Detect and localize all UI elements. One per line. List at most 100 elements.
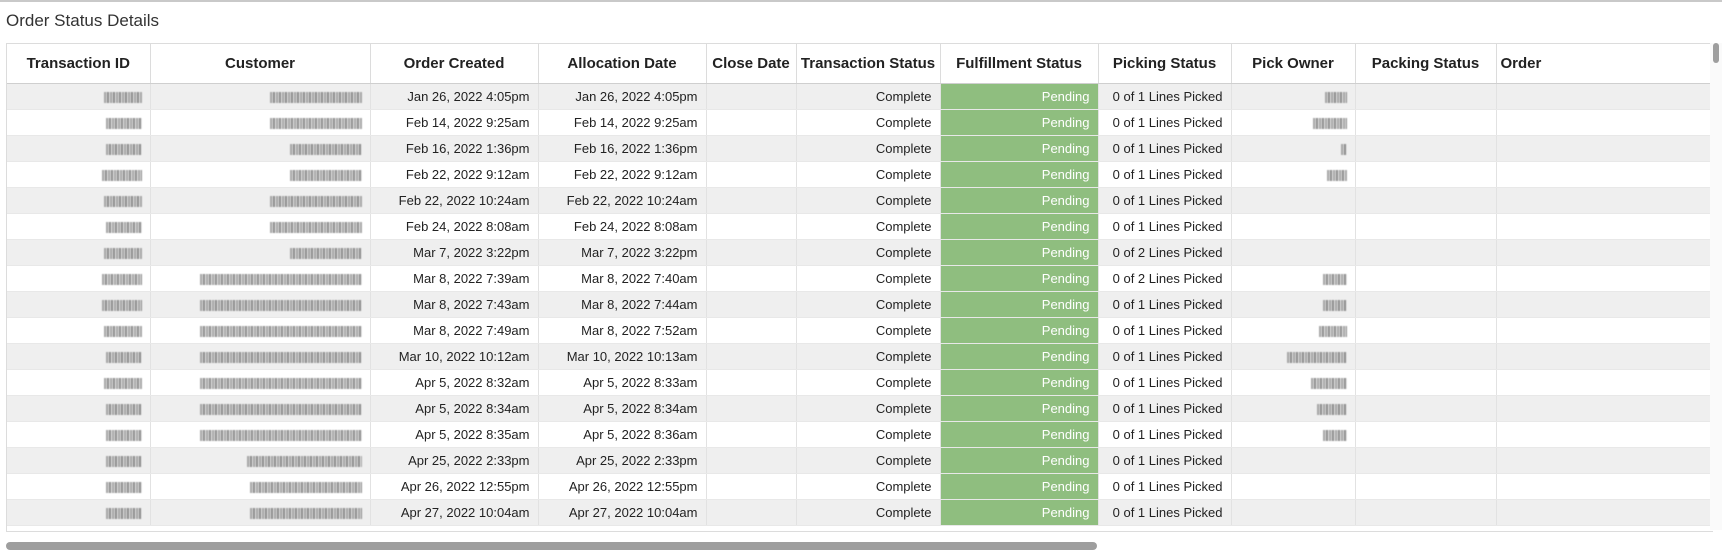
cell-transaction-id[interactable] (7, 135, 151, 162)
cell-transaction-status: Complete (796, 395, 941, 422)
redacted-text (101, 300, 142, 312)
horizontal-scroll-thumb[interactable] (6, 542, 1097, 550)
cell-order-created: Mar 10, 2022 10:12am (370, 343, 539, 370)
table-row[interactable]: Feb 22, 2022 9:12am Feb 22, 2022 9:12am Co… (7, 161, 1713, 188)
cell-picking-status: 0 of 1 Lines Picked (1098, 291, 1232, 318)
cell-allocation-date: Feb 16, 2022 1:36pm (538, 135, 707, 162)
col-header-close-date[interactable]: Close Date (706, 44, 797, 84)
col-header-customer[interactable]: Customer (150, 44, 371, 84)
redacted-text (1318, 326, 1347, 338)
cell-transaction-id[interactable] (7, 369, 151, 396)
table-row[interactable]: Mar 8, 2022 7:39am Mar 8, 2022 7:40am Comp… (7, 265, 1713, 292)
cell-customer (150, 395, 371, 422)
cell-transaction-id[interactable] (7, 83, 151, 110)
redacted-text (105, 144, 142, 156)
cell-transaction-id[interactable] (7, 161, 151, 188)
cell-customer (150, 291, 371, 318)
col-header-order[interactable]: Order (1496, 44, 1713, 84)
redacted-text (105, 456, 142, 468)
cell-transaction-id[interactable] (7, 499, 151, 526)
cell-picking-status: 0 of 1 Lines Picked (1098, 473, 1232, 500)
cell-allocation-date: Apr 26, 2022 12:55pm (538, 473, 707, 500)
cell-transaction-id[interactable] (7, 187, 151, 214)
cell-allocation-date: Apr 5, 2022 8:36am (538, 421, 707, 448)
table-row[interactable]: Apr 5, 2022 8:35am Apr 5, 2022 8:36am Comp… (7, 421, 1713, 448)
col-header-order-created[interactable]: Order Created (370, 44, 539, 84)
cell-order-created: Mar 7, 2022 3:22pm (370, 239, 539, 266)
cell-picking-status: 0 of 1 Lines Picked (1098, 421, 1232, 448)
redacted-text (1322, 300, 1347, 312)
cell-pick-owner (1231, 265, 1356, 292)
horizontal-scrollbar[interactable] (6, 540, 1710, 552)
cell-customer (150, 499, 371, 526)
vertical-scroll-thumb[interactable] (1713, 43, 1719, 63)
redacted-text (105, 508, 142, 520)
table-row[interactable]: Feb 22, 2022 10:24am Feb 22, 2022 10:24am… (7, 187, 1713, 214)
cell-transaction-id[interactable] (7, 291, 151, 318)
cell-customer (150, 317, 371, 344)
table-row[interactable]: Mar 8, 2022 7:43am Mar 8, 2022 7:44am Comp… (7, 291, 1713, 318)
col-header-fulfillment-status[interactable]: Fulfillment Status (940, 44, 1099, 84)
cell-transaction-id[interactable] (7, 421, 151, 448)
cell-transaction-status: Complete (796, 83, 941, 110)
redacted-text (249, 508, 362, 520)
table-row[interactable]: Jan 26, 2022 4:05pm Jan 26, 2022 4:05pm Co… (7, 83, 1713, 110)
cell-transaction-id[interactable] (7, 395, 151, 422)
redacted-text (199, 430, 362, 442)
redacted-text (1286, 352, 1347, 364)
cell-order-created: Apr 25, 2022 2:33pm (370, 447, 539, 474)
cell-close-date (706, 369, 797, 396)
cell-order-created: Mar 8, 2022 7:49am (370, 317, 539, 344)
cell-picking-status: 0 of 1 Lines Picked (1098, 447, 1232, 474)
col-header-pick-owner[interactable]: Pick Owner (1231, 44, 1356, 84)
cell-picking-status: 0 of 1 Lines Picked (1098, 161, 1232, 188)
table-row[interactable]: Feb 16, 2022 1:36pm Feb 16, 2022 1:36pm Co… (7, 135, 1713, 162)
table-row[interactable]: Mar 7, 2022 3:22pm Mar 7, 2022 3:22pm Comp… (7, 239, 1713, 266)
table-row[interactable]: Mar 8, 2022 7:49am Mar 8, 2022 7:52am Comp… (7, 317, 1713, 344)
table-row[interactable]: Feb 24, 2022 8:08am Feb 24, 2022 8:08am Co… (7, 213, 1713, 240)
table-row[interactable]: Mar 10, 2022 10:12am Mar 10, 2022 10:13am… (7, 343, 1713, 370)
cell-allocation-date: Feb 14, 2022 9:25am (538, 109, 707, 136)
cell-transaction-id[interactable] (7, 343, 151, 370)
cell-transaction-status: Complete (796, 187, 941, 214)
col-header-packing-status[interactable]: Packing Status (1355, 44, 1497, 84)
cell-order (1496, 135, 1713, 162)
col-header-transaction-id[interactable]: Transaction ID (7, 44, 151, 84)
table-row[interactable]: Apr 25, 2022 2:33pm Apr 25, 2022 2:33pm Co… (7, 447, 1713, 474)
cell-order-created: Jan 26, 2022 4:05pm (370, 83, 539, 110)
redacted-text (1312, 118, 1347, 130)
cell-fulfillment-status: Pending (940, 369, 1099, 396)
cell-transaction-id[interactable] (7, 317, 151, 344)
cell-allocation-date: Feb 22, 2022 9:12am (538, 161, 707, 188)
vertical-scrollbar[interactable] (1710, 43, 1722, 530)
cell-close-date (706, 317, 797, 344)
cell-pick-owner (1231, 213, 1356, 240)
cell-transaction-id[interactable] (7, 447, 151, 474)
table-row[interactable]: Apr 5, 2022 8:32am Apr 5, 2022 8:33am Comp… (7, 369, 1713, 396)
cell-fulfillment-status: Pending (940, 473, 1099, 500)
table-row[interactable]: Apr 5, 2022 8:34am Apr 5, 2022 8:34am Comp… (7, 395, 1713, 422)
table-row[interactable]: Apr 26, 2022 12:55pm Apr 26, 2022 12:55pm… (7, 473, 1713, 500)
cell-pick-owner (1231, 447, 1356, 474)
redacted-text (269, 92, 362, 104)
cell-packing-status (1355, 499, 1497, 526)
cell-customer (150, 161, 371, 188)
cell-transaction-id[interactable] (7, 265, 151, 292)
table-row[interactable]: Apr 27, 2022 10:04am Apr 27, 2022 10:04am… (7, 499, 1713, 526)
cell-transaction-id[interactable] (7, 473, 151, 500)
col-header-transaction-status[interactable]: Transaction Status (796, 44, 941, 84)
cell-order-created: Feb 24, 2022 8:08am (370, 213, 539, 240)
col-header-allocation-date[interactable]: Allocation Date (538, 44, 707, 84)
cell-transaction-status: Complete (796, 473, 941, 500)
cell-transaction-id[interactable] (7, 109, 151, 136)
cell-customer (150, 135, 371, 162)
table-row[interactable]: Feb 14, 2022 9:25am Feb 14, 2022 9:25am Co… (7, 109, 1713, 136)
cell-pick-owner (1231, 109, 1356, 136)
cell-picking-status: 0 of 1 Lines Picked (1098, 343, 1232, 370)
cell-fulfillment-status: Pending (940, 239, 1099, 266)
col-header-picking-status[interactable]: Picking Status (1098, 44, 1232, 84)
cell-transaction-id[interactable] (7, 213, 151, 240)
cell-fulfillment-status: Pending (940, 109, 1099, 136)
redacted-text (199, 300, 362, 312)
cell-transaction-id[interactable] (7, 239, 151, 266)
